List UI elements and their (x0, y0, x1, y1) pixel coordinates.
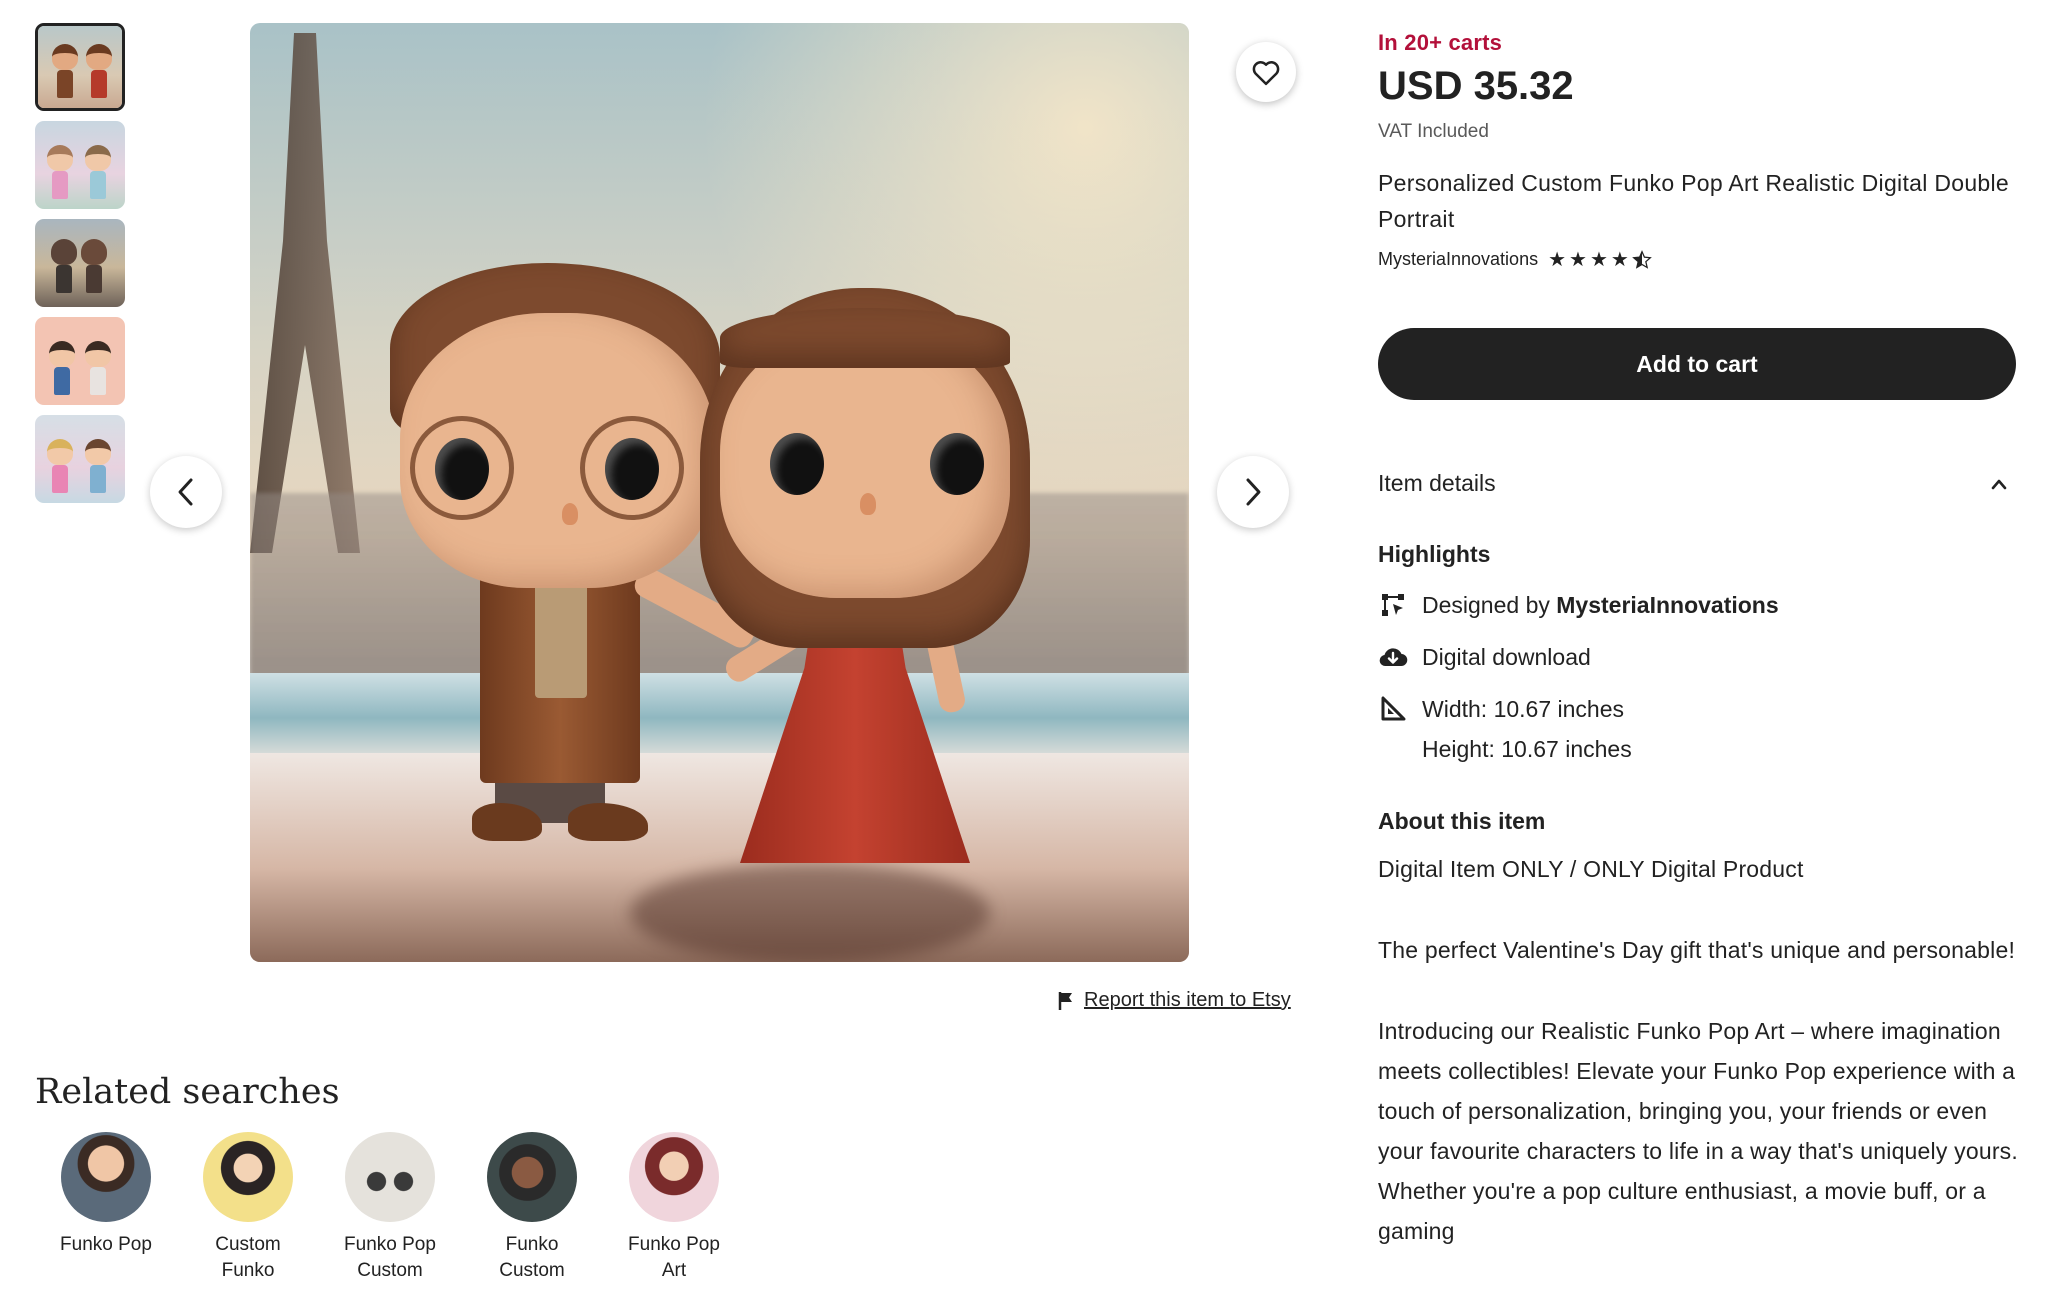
thumbnail-3[interactable] (35, 219, 125, 307)
related-search-label: Funko Pop (60, 1234, 152, 1255)
related-search-item[interactable]: Funko Pop Custom (319, 1132, 461, 1284)
star-icon: ★ (1610, 249, 1629, 271)
report-item: Report this item to Etsy (1058, 989, 1291, 1012)
about-line-1: Digital Item ONLY / ONLY Digital Product (1378, 856, 1804, 882)
flag-icon (1058, 991, 1072, 1010)
price: USD 35.32 (1378, 64, 1574, 108)
star-icon: ★ (1589, 249, 1608, 271)
favorite-button[interactable] (1236, 42, 1296, 102)
thumbnail-4[interactable] (35, 317, 125, 405)
shop-name-link[interactable]: MysteriaInnovations (1378, 249, 1538, 270)
in-carts-badge: In 20+ carts (1378, 30, 1503, 55)
item-details-heading: Item details (1378, 470, 1496, 496)
related-search-thumbnail (629, 1132, 719, 1222)
highlight-digital-download: Digital download (1378, 642, 2018, 672)
next-image-button[interactable] (1217, 456, 1289, 528)
item-details-toggle[interactable]: Item details (1378, 470, 2018, 497)
star-icon: ★ (1569, 249, 1587, 271)
designed-by-shop: MysteriaInnovations (1556, 592, 1779, 618)
thumbnail-1[interactable] (35, 23, 125, 111)
report-link[interactable]: Report this item to Etsy (1084, 989, 1291, 1012)
related-search-label: Funko Pop Custom (344, 1234, 436, 1281)
chevron-right-icon (1246, 478, 1261, 506)
related-search-label: Funko Pop Art (628, 1234, 720, 1281)
previous-image-button[interactable] (150, 456, 222, 528)
image-eiffel-tower-left (250, 33, 360, 553)
related-search-item[interactable]: Custom Funko (177, 1132, 319, 1284)
shop-rating-row: MysteriaInnovations ★ ★ ★ ★ (1378, 247, 2018, 272)
heart-outline-icon (1252, 61, 1280, 86)
thumbnail-2[interactable] (35, 121, 125, 209)
designer-icon (1378, 590, 1408, 620)
image-water (250, 673, 1189, 763)
star-rating: ★ ★ ★ ★ (1548, 247, 1652, 272)
related-search-item[interactable]: Funko Pop (35, 1132, 177, 1284)
ruler-triangle-icon (1378, 694, 1408, 724)
width-value: Width: 10.67 inches (1422, 696, 1625, 722)
product-info-panel: In 20+ carts USD 35.32 VAT Included Pers… (1378, 30, 2018, 1251)
image-shadow (630, 863, 990, 962)
related-search-item[interactable]: Funko Pop Art (603, 1132, 745, 1284)
related-search-item[interactable]: Funko Custom (461, 1132, 603, 1284)
thumbnail-5[interactable] (35, 415, 125, 503)
related-search-label: Custom Funko (215, 1234, 281, 1281)
half-star-icon (1631, 250, 1652, 269)
related-search-label: Funko Custom (499, 1234, 565, 1281)
related-search-thumbnail (345, 1132, 435, 1222)
thumbnail-strip (35, 23, 125, 513)
related-search-thumbnail (61, 1132, 151, 1222)
about-heading: About this item (1378, 808, 1546, 834)
highlight-dimensions: Width: 10.67 inches Height: 10.67 inches (1378, 694, 2018, 764)
designed-by-prefix: Designed by (1422, 592, 1550, 618)
add-to-cart-button[interactable]: Add to cart (1378, 328, 2016, 400)
about-line-2: The perfect Valentine's Day gift that's … (1378, 937, 2016, 963)
related-searches-list: Funko Pop Custom Funko Funko Pop Custom … (35, 1132, 745, 1284)
highlight-designed-by: Designed by MysteriaInnovations (1378, 590, 2018, 620)
about-line-3: Introducing our Realistic Funko Pop Art … (1378, 1018, 2018, 1244)
chevron-left-icon (178, 478, 193, 506)
height-value: Height: 10.67 inches (1422, 736, 1632, 762)
related-search-thumbnail (203, 1132, 293, 1222)
product-title: Personalized Custom Funko Pop Art Realis… (1378, 170, 2010, 232)
related-search-thumbnail (487, 1132, 577, 1222)
cloud-download-icon (1378, 642, 1408, 672)
vat-note: VAT Included (1378, 121, 1489, 142)
related-searches-title: Related searches (35, 1072, 340, 1112)
highlights-heading: Highlights (1378, 541, 1491, 567)
star-icon: ★ (1548, 249, 1567, 271)
main-product-image[interactable] (250, 23, 1189, 962)
chevron-up-icon (1991, 479, 2007, 489)
digital-download-label: Digital download (1422, 644, 1591, 670)
